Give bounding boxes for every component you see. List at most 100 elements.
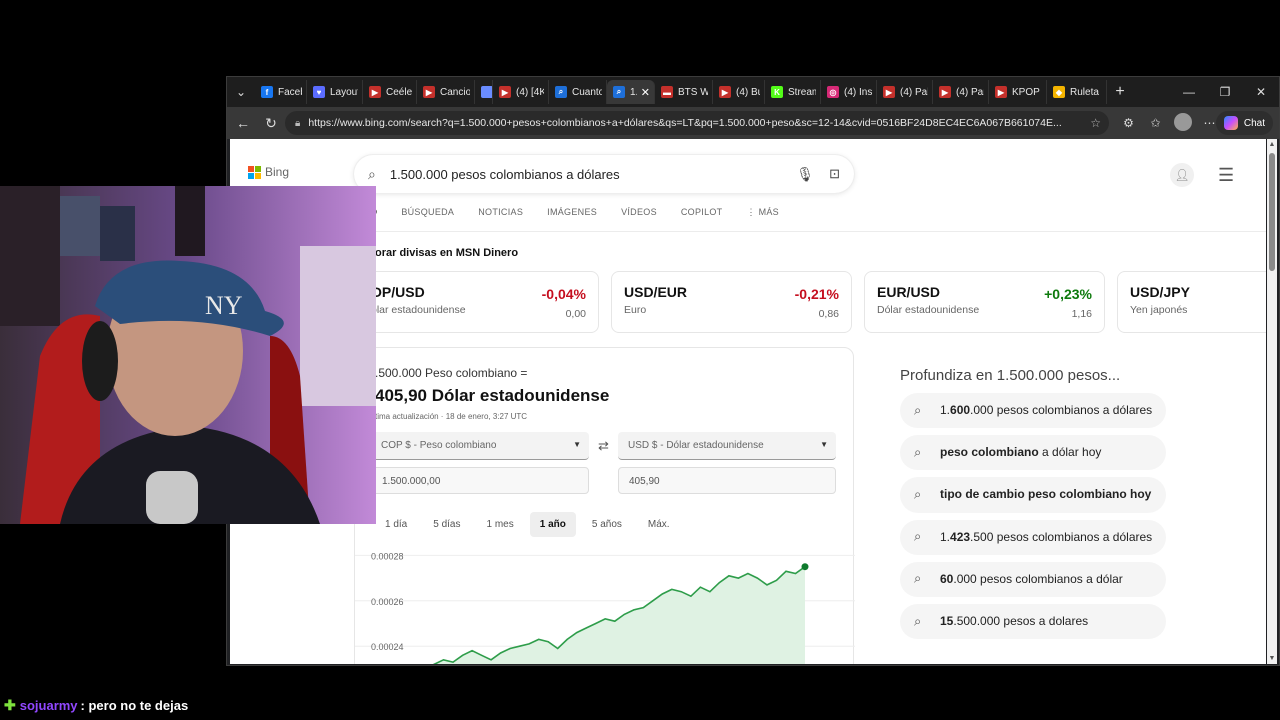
tab-list-dropdown-icon[interactable]: ⌄: [227, 77, 255, 107]
ticker-currency-name: Dólar estadounidense: [877, 304, 980, 316]
ticker-value: 1,16: [1071, 308, 1092, 320]
ticker-currency-name: ólar estadounidense: [371, 304, 466, 316]
ticker-value: 0,86: [818, 308, 839, 320]
currency-ticker-card[interactable]: USD/JPY Yen japonés: [1117, 271, 1266, 333]
from-amount-input[interactable]: 1.500.000,00: [371, 467, 589, 494]
bing-logo[interactable]: Bing: [248, 165, 289, 179]
copilot-icon: [1223, 116, 1238, 130]
browser-tab[interactable]: ▶ KPOP F: [989, 80, 1047, 104]
exchange-rate-chart: 0.00028 0.00026 0.00024: [355, 551, 855, 664]
swap-currencies-icon[interactable]: ⇄: [598, 438, 609, 454]
chart-point: [690, 595, 692, 597]
back-icon[interactable]: ←: [229, 115, 257, 131]
visual-search-icon[interactable]: ⊡: [829, 166, 840, 182]
range-tab[interactable]: Máx.: [638, 512, 680, 537]
range-tab[interactable]: 5 días: [423, 512, 470, 537]
site-info-icon[interactable]: 🔒︎: [295, 118, 300, 129]
currency-ticker-card[interactable]: EUR/USD Dólar estadounidense +0,23% 1,16: [864, 271, 1105, 333]
scope-tab[interactable]: COPILOT: [681, 207, 723, 218]
search-icon: ⌕: [914, 486, 922, 502]
browser-tab[interactable]: ⌕ 1.5 ✕: [607, 80, 655, 104]
range-tab[interactable]: 1 mes: [477, 512, 524, 537]
range-tab[interactable]: 1 día: [375, 512, 417, 537]
browser-tab[interactable]: ▶ CeéleT: [363, 80, 417, 104]
browser-tab[interactable]: ▶ (4) But: [713, 80, 765, 104]
favorites-icon[interactable]: ✩: [1142, 116, 1169, 130]
browser-tab[interactable]: ◎ (4) Inst: [821, 80, 877, 104]
currency-tickers: OP/USD ólar estadounidense -0,04% 0,00 USD/E…: [358, 271, 1266, 333]
minimize-icon[interactable]: —: [1171, 77, 1207, 107]
browser-tab[interactable]: ▶ (4) Palc: [877, 80, 933, 104]
from-currency-select[interactable]: COP $ - Peso colombiano ▼: [371, 432, 589, 460]
close-window-icon[interactable]: ✕: [1243, 77, 1279, 107]
chart-range-tabs: 1 día 5 días 1 mes 1 año 5 años Máx.: [375, 512, 680, 537]
chat-button[interactable]: Chat: [1215, 111, 1273, 135]
tab-favicon-icon: [481, 86, 492, 98]
browser-tab[interactable]: ▶ Cancion: [417, 80, 475, 104]
favorite-star-icon[interactable]: ☆: [1090, 116, 1101, 130]
browser-tab[interactable]: ▶ (4) [4K]: [493, 80, 549, 104]
browser-tab[interactable]: K Stream: [765, 80, 821, 104]
profile-icon[interactable]: [1169, 112, 1196, 134]
ticker-pair: USD/JPY: [1130, 284, 1190, 300]
related-search-item[interactable]: ⌕ 1.423.500 pesos colombianos a dólares: [900, 519, 1166, 555]
to-amount-input[interactable]: 405,90: [618, 467, 836, 494]
search-input[interactable]: 1.500.000 pesos colombianos a dólares: [390, 167, 620, 182]
related-text-post: .000 pesos colombianos a dólares: [970, 403, 1153, 417]
tab-title: (4) Palc: [900, 86, 928, 98]
browser-tab[interactable]: [475, 80, 493, 104]
page-scrollbar[interactable]: ▲ ▼: [1267, 139, 1277, 664]
currency-ticker-card[interactable]: USD/EUR Euro -0,21% 0,86: [611, 271, 852, 333]
extensions-icon[interactable]: ⚙: [1115, 116, 1142, 130]
scope-tab[interactable]: ⋮ MÁS: [746, 207, 779, 218]
scroll-down-icon[interactable]: ▼: [1267, 655, 1277, 662]
scope-tab[interactable]: VÍDEOS: [621, 207, 657, 218]
streamer-webcam-image: NY: [0, 186, 376, 524]
restore-icon[interactable]: ❐: [1207, 77, 1243, 107]
browser-tab[interactable]: ⌕ Cuanto: [549, 80, 607, 104]
tab-favicon-icon: ⌕: [555, 86, 567, 98]
y-tick-label: 0.00028: [371, 551, 404, 561]
tab-title: Ruleta: [1070, 86, 1099, 98]
chart-point: [766, 584, 768, 586]
chevron-down-icon: ▼: [820, 440, 828, 449]
scroll-up-icon[interactable]: ▲: [1267, 141, 1277, 148]
microphone-icon[interactable]: 🎙︎: [796, 166, 814, 183]
chart-point: [566, 638, 568, 640]
range-tab[interactable]: 5 años: [582, 512, 632, 537]
close-tab-icon[interactable]: ✕: [641, 86, 650, 99]
scope-tab[interactable]: BÚSQUEDA: [401, 207, 454, 218]
related-text-bold: 60: [940, 571, 954, 586]
related-search-item[interactable]: ⌕ peso colombiano a dólar hoy: [900, 435, 1166, 471]
search-icon: ⌕: [914, 570, 922, 586]
chat-badge-icon: ✚: [4, 697, 16, 713]
related-search-item[interactable]: ⌕ 15.500.000 pesos a dolares: [900, 603, 1166, 640]
related-text-bold: peso colombiano: [940, 445, 1039, 460]
chart-point: [671, 588, 673, 591]
range-tab[interactable]: 1 año: [529, 512, 576, 537]
browser-tab[interactable]: ▶ (4) Pan: [933, 80, 989, 104]
address-bar[interactable]: 🔒︎ https://www.bing.com/search?q=1.500.0…: [285, 111, 1109, 135]
conversion-result: 405,90 Dólar estadounidense: [375, 386, 610, 405]
user-account-icon[interactable]: 👤︎: [1170, 163, 1194, 187]
scope-tab[interactable]: NOTICIAS: [478, 207, 523, 218]
related-search-item[interactable]: ⌕ 1.600.000 pesos colombianos a dólares: [900, 393, 1166, 429]
hamburger-menu-icon[interactable]: ☰: [1218, 165, 1234, 186]
new-tab-button[interactable]: +: [1107, 83, 1133, 101]
related-search-item[interactable]: ⌕ tipo de cambio peso colombiano hoy: [900, 477, 1166, 513]
to-currency-select[interactable]: USD $ - Dólar estadounidense ▼: [618, 432, 836, 460]
browser-tab[interactable]: f Facebo: [255, 80, 307, 104]
refresh-icon[interactable]: ↻: [257, 115, 285, 132]
chart-point: [538, 638, 540, 640]
search-box[interactable]: ⌕ 1.500.000 pesos colombianos a dólares …: [354, 155, 854, 193]
tab-favicon-icon: ▶: [883, 86, 895, 98]
related-text-bold: tipo de cambio peso colombiano hoy: [940, 487, 1152, 502]
browser-tab[interactable]: ♥ Layout: [307, 80, 363, 104]
scope-tab[interactable]: IMÁGENES: [547, 207, 597, 218]
scrollbar-thumb[interactable]: [1269, 153, 1275, 271]
related-search-item[interactable]: ⌕ 60.000 pesos colombianos a dólar: [900, 561, 1166, 597]
browser-tab[interactable]: ◆ Ruleta: [1047, 80, 1107, 104]
currency-ticker-card[interactable]: OP/USD ólar estadounidense -0,04% 0,00: [358, 271, 599, 333]
msn-money-link[interactable]: orar divisas en MSN Dinero: [375, 247, 518, 259]
browser-tab[interactable]: ▬ BTS WC: [655, 80, 713, 104]
